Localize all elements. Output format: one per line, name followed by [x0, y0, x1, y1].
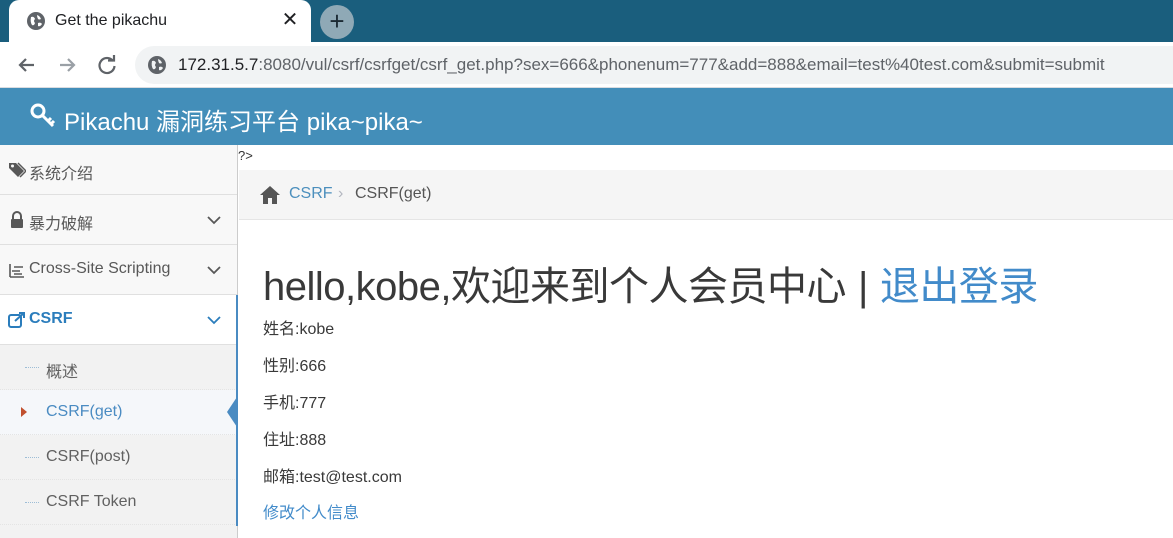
close-tab-icon[interactable]: ✕	[279, 9, 301, 31]
info-phone: 手机:777	[263, 395, 327, 412]
info-name: 姓名:kobe	[263, 321, 335, 338]
home-icon[interactable]	[259, 185, 281, 205]
info-address: 住址:888	[263, 432, 327, 449]
sidebar-item-xss[interactable]: Cross-Site Scripting	[0, 245, 237, 295]
breadcrumb-link-csrf[interactable]: CSRF	[289, 185, 333, 203]
sidebar-item-label: 系统介绍	[29, 166, 94, 183]
browser-toolbar: 172.31.5.7:8080/vul/csrf/csrfget/csrf_ge…	[0, 42, 1173, 88]
globe-icon	[27, 12, 45, 30]
stray-php-tag: ?>	[238, 148, 253, 163]
info-email: 邮箱:test@test.com	[263, 469, 402, 486]
greeting-separator: |	[857, 265, 868, 309]
breadcrumb-separator: ›	[338, 185, 344, 202]
tree-connector	[25, 367, 39, 368]
back-arrow-icon[interactable]	[14, 52, 40, 78]
chevron-down-icon	[207, 216, 221, 225]
greeting-text: hello,kobe,欢迎来到个人会员中心	[263, 265, 846, 309]
submenu-item-label: CSRF(get)	[46, 403, 123, 420]
submenu-item-label: CSRF(post)	[46, 448, 131, 465]
browser-tab[interactable]: Get the pikachu ✕	[9, 0, 311, 42]
url-text: 172.31.5.7:8080/vul/csrf/csrfget/csrf_ge…	[178, 55, 1105, 75]
tree-connector	[25, 457, 39, 458]
breadcrumb: CSRF › CSRF(get)	[239, 170, 1173, 220]
sidebar-item-bruteforce[interactable]: 暴力破解	[0, 195, 237, 245]
sidebar-item-label: CSRF	[29, 310, 73, 327]
sidebar-item-label: Cross-Site Scripting	[29, 260, 171, 277]
info-sex: 性别:666	[263, 358, 327, 375]
share-icon	[8, 312, 25, 328]
app-header: Pikachu 漏洞练习平台 pika~pika~	[0, 88, 1173, 145]
sidebar-item-label: 暴力破解	[29, 216, 94, 233]
url-path: :8080/vul/csrf/csrfget/csrf_get.php?sex=…	[258, 55, 1105, 74]
key-icon	[30, 103, 56, 128]
page-title: hello,kobe,欢迎来到个人会员中心 | 退出登录	[263, 254, 1038, 312]
sidebar-item-csrf[interactable]: CSRF	[0, 295, 237, 345]
caret-right-icon	[21, 407, 27, 417]
new-tab-button[interactable]: +	[320, 5, 354, 39]
submenu-item-label: CSRF Token	[46, 493, 137, 510]
tab-title: Get the pikachu	[55, 12, 168, 29]
logout-link[interactable]: 退出登录	[880, 265, 1039, 309]
submenu-item-overview[interactable]: 概述	[0, 345, 237, 390]
breadcrumb-current: CSRF(get)	[355, 185, 432, 202]
xss-icon	[9, 264, 24, 278]
app-title[interactable]: Pikachu 漏洞练习平台 pika~pika~	[64, 102, 423, 137]
address-bar[interactable]: 172.31.5.7:8080/vul/csrf/csrfget/csrf_ge…	[135, 46, 1173, 84]
active-menu-bar	[236, 295, 238, 526]
sidebar-item-intro[interactable]: 系统介绍	[0, 145, 237, 195]
browser-tabstrip: Get the pikachu ✕ +	[0, 0, 1173, 42]
reload-icon[interactable]	[94, 52, 120, 78]
submenu-item-csrf-token[interactable]: CSRF Token	[0, 480, 237, 525]
tags-icon	[9, 162, 26, 178]
tree-connector	[25, 502, 39, 503]
submenu-item-csrf-post[interactable]: CSRF(post)	[0, 435, 237, 480]
sidebar: 系统介绍 暴力破解 Cross-Site Scripting CSRF 概述 C…	[0, 145, 238, 538]
forward-arrow-icon[interactable]	[54, 52, 80, 78]
edit-profile-link[interactable]: 修改个人信息	[263, 499, 359, 523]
site-info-icon[interactable]	[147, 55, 167, 75]
chevron-down-icon	[207, 266, 221, 275]
submenu-item-csrf-get[interactable]: CSRF(get)	[0, 390, 237, 435]
chevron-down-icon	[207, 316, 221, 325]
submenu-item-label: 概述	[46, 364, 79, 381]
url-host: 172.31.5.7	[178, 55, 259, 74]
lock-icon	[11, 211, 23, 228]
